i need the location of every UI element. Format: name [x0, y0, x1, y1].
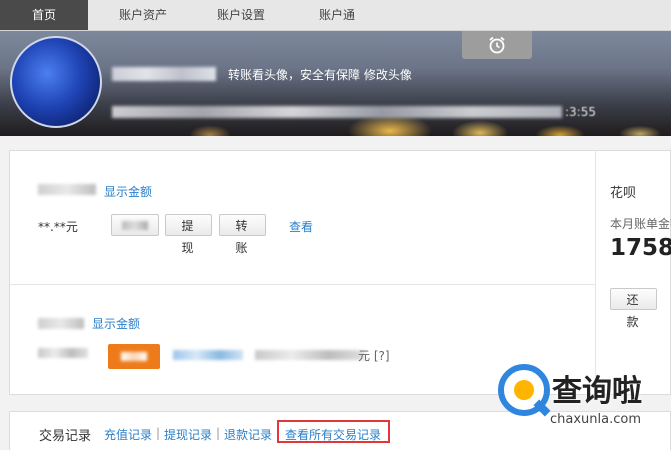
view-all-transactions-link[interactable]: 查看所有交易记录	[285, 426, 381, 443]
watermark-url: chaxunla.com	[550, 412, 641, 427]
modify-avatar-link[interactable]: 修改头像	[364, 68, 412, 82]
yuebao-amount-blurred	[38, 348, 88, 358]
transfer-in-button-blurred[interactable]	[108, 344, 160, 369]
separator: |	[156, 426, 161, 440]
show-balance-link[interactable]: 显示金额	[104, 183, 152, 200]
huabei-amount: 1758	[610, 235, 671, 261]
avatar-tip-text: 转账看头像，安全有保障	[228, 68, 361, 82]
recharge-button-blurred[interactable]	[111, 214, 159, 236]
masked-balance: **.**元	[38, 220, 78, 234]
huabei-title: 花呗	[610, 186, 637, 201]
avatar-tip: 转账看头像，安全有保障 修改头像	[228, 66, 412, 83]
assets-card: 显示金额 **.**元 提 现 转 账 查看 显示金额 元 [?] 花呗 本月账…	[9, 150, 671, 396]
yuebao-income-blurred	[255, 350, 365, 360]
transfer-button[interactable]: 转 账	[219, 214, 266, 255]
alarm-button[interactable]	[462, 31, 532, 59]
watermark-logo: 查询啦 chaxunla.com	[494, 362, 671, 450]
show-yuebao-amount-link[interactable]: 显示金额	[92, 315, 140, 332]
refund-records-link[interactable]: 退款记录	[224, 426, 272, 443]
recharge-records-link[interactable]: 充值记录	[104, 426, 152, 443]
withdraw-records-link[interactable]: 提现记录	[164, 426, 212, 443]
balance-label-blurred	[38, 184, 96, 195]
avatar[interactable]	[10, 36, 102, 128]
transactions-title: 交易记录	[39, 429, 92, 444]
divider	[595, 151, 596, 396]
withdraw-button[interactable]: 提 现	[165, 214, 212, 255]
watermark-brand: 查询啦	[552, 374, 642, 409]
alarm-clock-icon	[489, 36, 505, 54]
separator: |	[216, 426, 221, 440]
view-link[interactable]: 查看	[289, 218, 313, 235]
magnifier-handle	[533, 399, 551, 417]
profile-banner: 转账看头像，安全有保障 修改头像 :3:55	[0, 31, 671, 136]
tab-account-link[interactable]: 账户通	[282, 0, 392, 30]
username-blurred	[112, 67, 216, 81]
tab-account-settings[interactable]: 账户设置	[186, 0, 296, 30]
top-nav: 首页 账户资产 账户设置 账户通	[0, 0, 671, 31]
account-info-blurred	[112, 106, 562, 118]
divider	[10, 284, 595, 285]
huabei-subtitle: 本月账单金额	[610, 217, 671, 231]
yuebao-label-blurred	[38, 318, 84, 329]
yuebao-link-blurred[interactable]	[173, 350, 243, 360]
tab-home[interactable]: 首页	[0, 0, 88, 30]
tab-account-assets[interactable]: 账户资产	[88, 0, 198, 30]
yuebao-suffix: 元 [?]	[358, 349, 390, 363]
login-time: :3:55	[565, 105, 596, 119]
repay-button[interactable]: 还 款	[610, 288, 657, 329]
